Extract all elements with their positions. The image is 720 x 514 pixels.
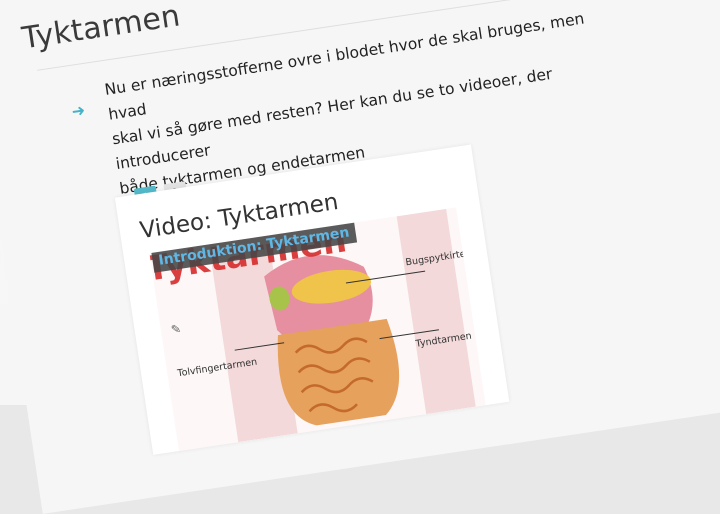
video-player[interactable]: Tyktarmen Introduktion: Tyktarmen ✎ Bugs… [149,207,486,452]
content-page: Tyktarmen ➜ Nu er næringsstofferne ovre … [0,0,720,514]
pencil-icon: ✎ [169,321,182,337]
arrow-right-icon: ➜ [70,100,87,122]
section-title: Tyktarmen [19,0,183,57]
video-card: Video: Tyktarmen Tyktarmen Introduktion:… [114,144,510,455]
